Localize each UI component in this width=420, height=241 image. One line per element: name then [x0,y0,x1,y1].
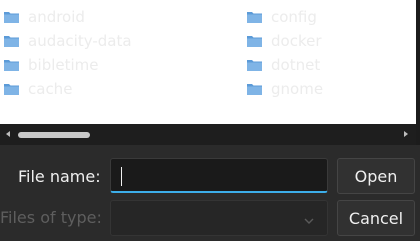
folder-icon [246,10,263,24]
file-type-label: Files of type: [0,208,102,227]
right-edge [416,0,420,145]
list-item[interactable]: cache [3,80,72,98]
list-item[interactable]: android [3,8,85,26]
file-name: android [28,8,85,26]
cancel-button[interactable]: Cancel [337,200,415,236]
dialog-footer: File name: Open Files of type: Cancel [0,145,420,241]
list-item[interactable]: docker [246,32,322,50]
file-name: docker [271,32,322,50]
folder-icon [246,82,263,96]
folder-icon [3,58,20,72]
file-name: dotnet [271,56,321,74]
folder-icon [246,34,263,48]
folder-icon [3,10,20,24]
file-type-select[interactable] [110,200,328,236]
list-item[interactable]: audacity-data [3,32,132,50]
file-name: cache [28,80,73,98]
folder-icon [3,34,20,48]
chevron-down-icon [303,212,315,231]
file-name-label: File name: [18,167,101,186]
folder-icon [246,58,263,72]
file-name: audacity-data [28,32,132,50]
file-name: bibletime [28,56,99,74]
list-item[interactable]: config [246,8,317,26]
horizontal-scrollbar[interactable] [0,124,416,145]
scrollbar-thumb[interactable] [18,132,90,138]
file-name: gnome [271,80,324,98]
file-list[interactable]: android audacity-data bibletime cache co… [0,0,416,124]
folder-icon [3,82,20,96]
scroll-left-icon[interactable] [6,131,10,137]
scroll-right-icon[interactable] [404,131,408,137]
text-caret [121,167,122,186]
list-item[interactable]: gnome [246,80,323,98]
file-name: config [271,8,317,26]
list-item[interactable]: dotnet [246,56,320,74]
open-button[interactable]: Open [337,158,415,194]
list-item[interactable]: bibletime [3,56,99,74]
file-name-input[interactable] [110,158,328,193]
